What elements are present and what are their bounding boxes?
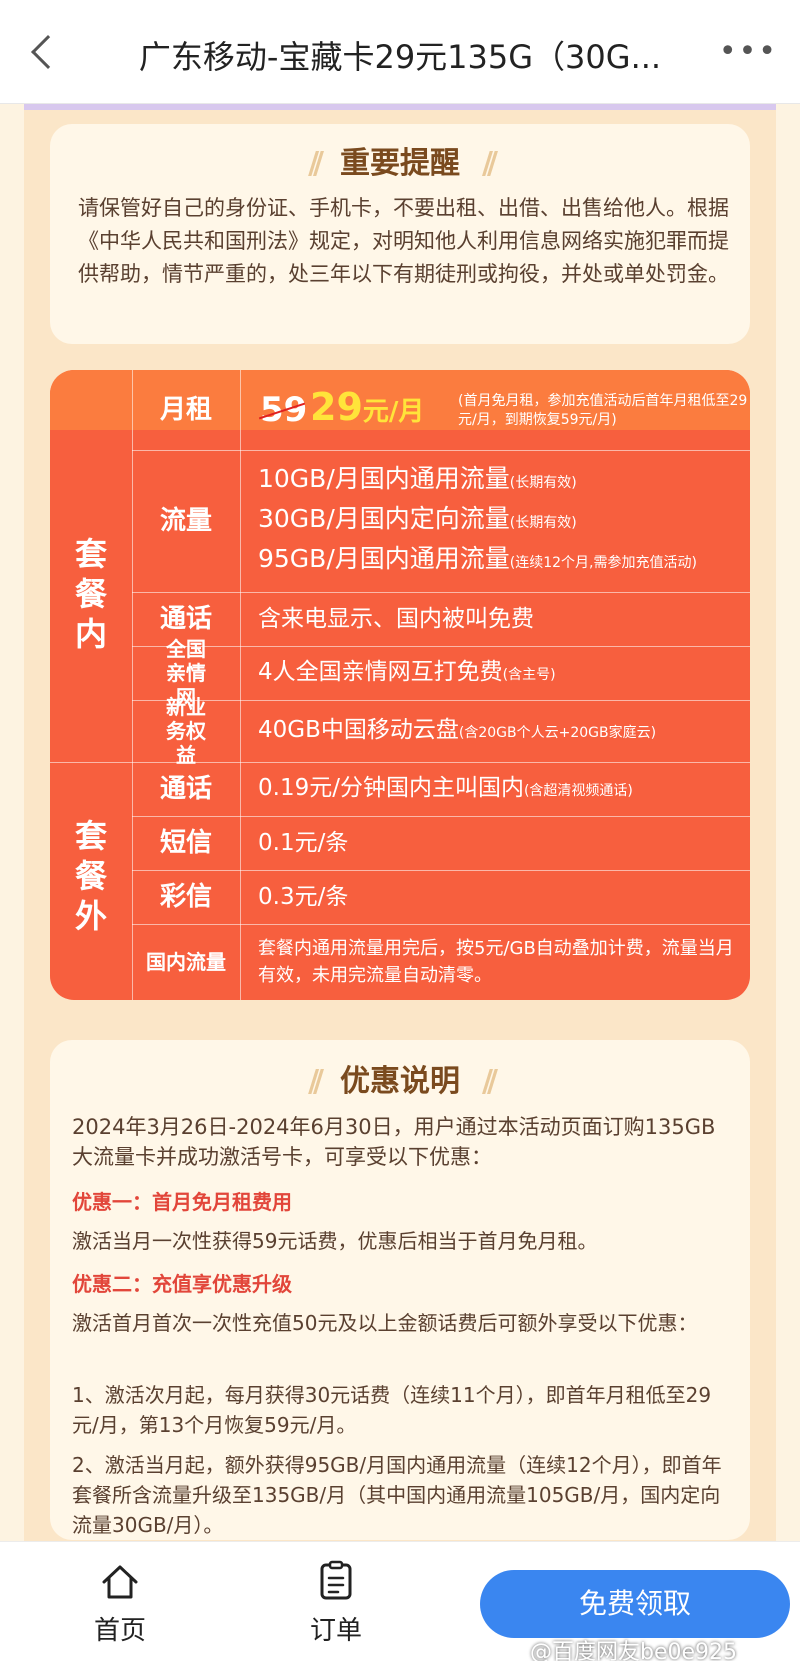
decor-mark-icon: // — [482, 146, 498, 181]
package-table: 套餐内 套餐外 月租 59 29元/月 (首月免月租，参加充值活动后首年月租低至… — [50, 370, 750, 1000]
promo-card: // 优惠说明 // 2024年3月26日-2024年6月30日，用户通过本活动页面… — [50, 1040, 750, 1540]
data-line: 10GB/月国内通用流量(长期有效) — [258, 461, 742, 501]
reminder-title: // 重要提醒 // — [50, 138, 750, 182]
data-line: 30GB/月国内定向流量(长期有效) — [258, 501, 742, 541]
reminder-title-text: 重要提醒 — [340, 146, 460, 181]
family-label: 全国亲情网 — [166, 637, 206, 709]
mms-value-text: 0.3元/条 — [258, 884, 349, 910]
divider — [240, 370, 241, 1000]
price-unit: 元/月 — [362, 397, 425, 427]
chevron-left-icon — [31, 35, 65, 69]
inside-char-1: 套 — [74, 535, 107, 573]
nav-home-label: 首页 — [93, 1616, 146, 1646]
promo-period: 2024年3月26日-2024年6月30日，用户通过本活动页面订购135GB大流… — [72, 1115, 716, 1169]
inside-char-3: 内 — [74, 615, 107, 653]
offer2-text: 激活首月首次一次性充值50元及以上金额话费后可额外享受以下优惠： — [72, 1311, 698, 1335]
inside-char-2: 餐 — [74, 575, 107, 613]
reminder-card: // 重要提醒 // 请保管好自己的身份证、手机卡，不要出租、出借、出售给他人。根据… — [50, 124, 750, 344]
mms-value: 0.3元/条 — [258, 870, 742, 924]
outside-char-1: 套 — [74, 817, 107, 855]
data-line-main: 10GB/月国内通用流量 — [258, 464, 510, 493]
data-values: 10GB/月国内通用流量(长期有效) 30GB/月国内定向流量(长期有效) 95… — [258, 450, 742, 592]
bottom-nav: 首页 订单 免费领取 @百度网友be0e925 — [0, 1541, 800, 1661]
promo-title: // 优惠说明 // — [50, 1056, 750, 1100]
offer2-title: 优惠二：充值享优惠升级 — [72, 1272, 292, 1296]
offer1-title: 优惠一：首月免月租费用 — [72, 1190, 292, 1214]
nav-orders[interactable]: 订单 — [276, 1542, 396, 1661]
more-button[interactable]: ••• — [719, 34, 778, 69]
decor-mark-icon: // — [482, 1064, 498, 1099]
reminder-text: 请保管好自己的身份证、手机卡，不要出租、出借、出售给他人。根据《中华人民共和国刑… — [78, 196, 729, 286]
home-icon — [102, 1565, 138, 1599]
decor-mark-icon: // — [308, 146, 324, 181]
data-line-note: (长期有效) — [509, 515, 577, 531]
claim-free-button[interactable]: 免费领取 — [480, 1570, 790, 1638]
new-price: 29元/月 — [310, 385, 424, 429]
family-value-text: 4人全国亲情网互打免费 — [258, 658, 503, 685]
domestic-data-value: 套餐内通用流量用完后，按5元/GB自动叠加计费，流量当月有效，未用完流量自动清零… — [258, 938, 734, 986]
extra-call-value-text: 0.19元/分钟国内主叫国内 — [258, 774, 524, 801]
watermark: @百度网友be0e925 — [530, 1640, 738, 1661]
sms-value-text: 0.1元/条 — [258, 830, 349, 856]
sms-value: 0.1元/条 — [258, 816, 742, 870]
outside-package-label: 套餐外 — [50, 816, 132, 936]
mms-label: 彩信 — [159, 882, 212, 912]
data-line-main: 95GB/月国内通用流量 — [258, 544, 510, 573]
data-line-note: (连续12个月,需参加充值活动) — [509, 555, 697, 571]
family-value: 4人全国亲情网互打免费(含主号) — [258, 646, 742, 700]
extra-call-label: 通话 — [159, 774, 212, 804]
decor-mark-icon: // — [308, 1064, 324, 1099]
clipboard-icon — [320, 1560, 352, 1600]
offer2-item-2: 2、激活当月起，额外获得95GB/月国内通用流量（连续12个月），即首年套餐所含… — [72, 1453, 722, 1537]
rent-label: 月租 — [159, 395, 212, 425]
data-line-main: 30GB/月国内定向流量 — [258, 504, 510, 533]
family-line: 4人全国亲情网互打免费(含主号) — [258, 654, 742, 693]
extra-call-note: (含超清视频通话) — [523, 782, 633, 799]
old-price: 59 — [258, 390, 307, 430]
outside-char-3: 外 — [74, 897, 107, 935]
benefit-line: 40GB中国移动云盘(含20GB个人云+20GB家庭云) — [258, 712, 742, 751]
sms-label: 短信 — [159, 828, 212, 858]
benefit-note: (含20GB个人云+20GB家庭云) — [458, 724, 657, 741]
more-dots-icon: ••• — [718, 34, 778, 69]
promo-title-text: 优惠说明 — [340, 1064, 460, 1099]
accent-strip — [24, 104, 776, 110]
benefit-label: 新业务权益 — [166, 695, 206, 767]
domestic-data-label: 国内流量 — [146, 950, 226, 974]
call-value: 含来电显示、国内被叫免费 — [258, 592, 742, 646]
rent-note: (首月免月租，参加充值活动后首年月租低至29元/月，到期恢复59元/月) — [458, 393, 748, 428]
page-title: 广东移动-宝藏卡29元135G（30G... — [138, 38, 662, 76]
data-label: 流量 — [159, 506, 212, 536]
call-value-text: 含来电显示、国内被叫免费 — [258, 606, 534, 632]
offer2-item-1: 1、激活次月起，每月获得30元话费（连续11个月），即首年月租低至29元/月，第… — [72, 1383, 712, 1437]
benefit-value-text: 40GB中国移动云盘 — [258, 716, 459, 743]
back-button[interactable] — [24, 30, 65, 74]
benefit-value: 40GB中国移动云盘(含20GB个人云+20GB家庭云) — [258, 700, 742, 762]
nav-home[interactable]: 首页 — [60, 1542, 180, 1661]
extra-call-line: 0.19元/分钟国内主叫国内(含超清视频通话) — [258, 770, 742, 809]
new-price-value: 29 — [310, 385, 363, 429]
data-line: 95GB/月国内通用流量(连续12个月,需参加充值活动) — [258, 541, 742, 581]
offer1-text: 激活当月一次性获得59元话费，优惠后相当于首月免月租。 — [72, 1229, 598, 1253]
extra-call-value: 0.19元/分钟国内主叫国内(含超清视频通话) — [258, 762, 742, 816]
inside-package-label: 套餐内 — [50, 534, 132, 654]
data-line-note: (长期有效) — [509, 475, 577, 491]
outside-char-2: 餐 — [74, 857, 107, 895]
family-note: (含主号) — [502, 666, 556, 683]
top-bar: 广东移动-宝藏卡29元135G（30G... ••• — [0, 0, 800, 104]
nav-orders-label: 订单 — [309, 1616, 362, 1646]
